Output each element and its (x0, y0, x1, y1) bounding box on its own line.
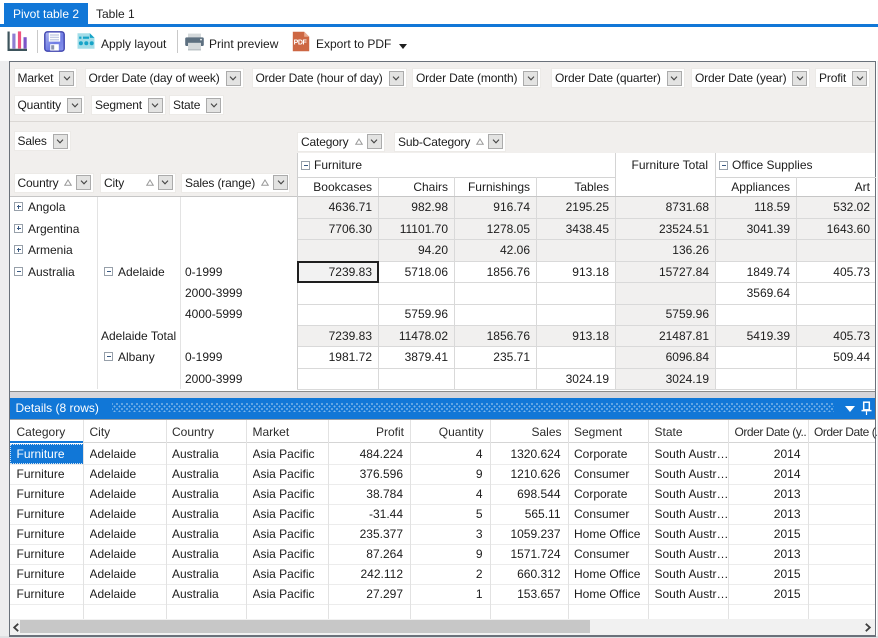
svg-text:PDF: PDF (294, 40, 308, 47)
